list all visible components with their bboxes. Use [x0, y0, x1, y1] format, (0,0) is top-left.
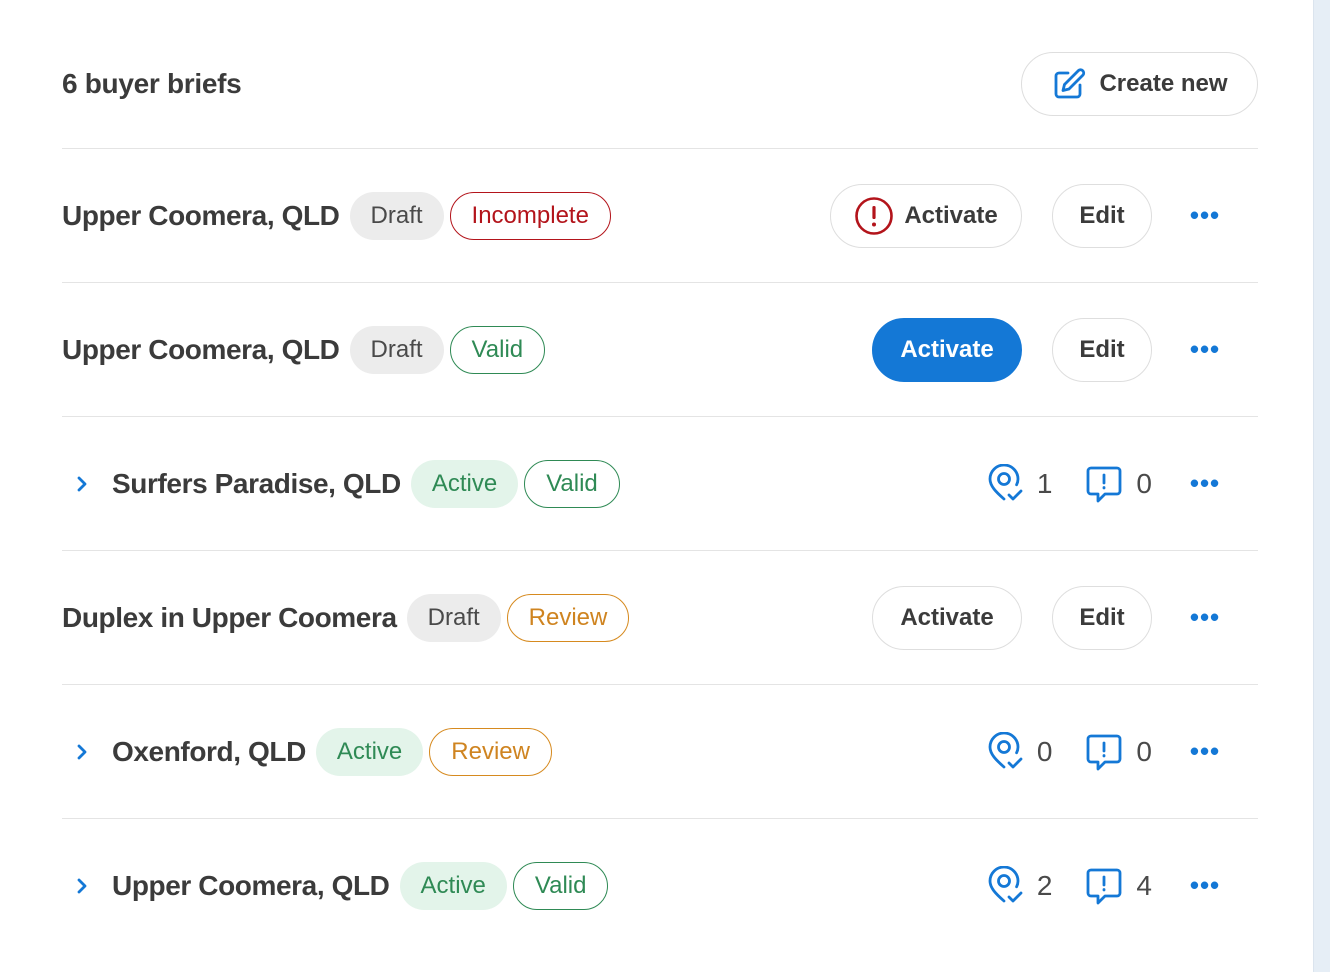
brief-row: Upper Coomera, QLD Draft Incomplete Acti…	[62, 148, 1258, 282]
activate-button[interactable]: Activate	[872, 317, 1022, 382]
brief-row: Duplex in Upper Coomera Draft Review Act…	[62, 550, 1258, 684]
more-options-icon[interactable]: •••	[1152, 184, 1258, 248]
matches-count: 1	[1036, 467, 1053, 499]
enquiries-count: 0	[1136, 735, 1152, 767]
matches-stat[interactable]: 2	[987, 865, 1053, 906]
location-check-icon	[987, 865, 1025, 906]
brief-title[interactable]: Duplex in Upper Coomera	[62, 602, 397, 634]
create-new-label: Create new	[1099, 70, 1228, 97]
brief-row: Upper Coomera, QLD Draft Valid Activate …	[62, 282, 1258, 416]
status-badge: Active	[399, 861, 507, 910]
enquiries-stat[interactable]: 4	[1084, 866, 1152, 906]
location-check-icon	[987, 731, 1025, 772]
brief-title[interactable]: Upper Coomera, QLD	[62, 200, 340, 232]
chevron-right-icon[interactable]	[62, 464, 112, 504]
edit-button[interactable]: Edit	[1052, 183, 1152, 248]
validity-badge: Valid	[449, 325, 546, 374]
more-options-icon[interactable]: •••	[1152, 452, 1258, 516]
brief-row: Surfers Paradise, QLD Active Valid 1 0 •…	[62, 416, 1258, 550]
status-badge: Active	[410, 459, 519, 508]
status-badge: Draft	[349, 325, 444, 374]
status-badge: Draft	[406, 593, 501, 642]
validity-badge: Valid	[512, 861, 609, 910]
page-title: 6 buyer briefs	[62, 68, 242, 99]
more-options-icon[interactable]: •••	[1152, 586, 1258, 650]
create-new-button[interactable]: Create new	[1021, 52, 1258, 116]
matches-count: 2	[1036, 869, 1053, 901]
matches-count: 0	[1036, 735, 1053, 767]
matches-stat[interactable]: 0	[987, 731, 1053, 772]
status-badge: Active	[315, 727, 424, 776]
more-options-icon[interactable]: •••	[1152, 720, 1258, 784]
validity-badge: Review	[429, 727, 552, 776]
page-header: 6 buyer briefs Create new	[62, 52, 1258, 118]
briefs-list: Upper Coomera, QLD Draft Incomplete Acti…	[62, 148, 1258, 952]
edit-pencil-icon	[1051, 66, 1087, 102]
activate-button[interactable]: Activate	[872, 585, 1022, 650]
edit-button[interactable]: Edit	[1052, 317, 1152, 382]
chevron-right-icon[interactable]	[62, 732, 112, 772]
message-alert-icon	[1084, 732, 1124, 772]
brief-title[interactable]: Upper Coomera, QLD	[62, 334, 340, 366]
validity-badge: Review	[506, 593, 630, 642]
enquiries-count: 0	[1136, 467, 1152, 499]
enquiries-count: 4	[1136, 869, 1152, 901]
message-alert-icon	[1084, 866, 1124, 906]
chevron-right-icon[interactable]	[62, 866, 112, 906]
enquiries-stat[interactable]: 0	[1084, 464, 1152, 504]
matches-stat[interactable]: 1	[987, 463, 1053, 504]
brief-title[interactable]: Surfers Paradise, QLD	[112, 468, 401, 500]
edit-button[interactable]: Edit	[1052, 585, 1152, 650]
activate-button[interactable]: Activate	[830, 183, 1022, 248]
location-check-icon	[987, 463, 1025, 504]
more-options-icon[interactable]: •••	[1152, 318, 1258, 382]
activate-label: Activate	[904, 201, 998, 229]
brief-row: Upper Coomera, QLD Active Valid 2 4 •••	[62, 818, 1258, 952]
validity-badge: Incomplete	[449, 191, 611, 240]
brief-title[interactable]: Oxenford, QLD	[112, 736, 306, 768]
scrollbar[interactable]	[1313, 0, 1330, 972]
warning-icon	[854, 196, 894, 236]
more-options-icon[interactable]: •••	[1152, 854, 1258, 918]
enquiries-stat[interactable]: 0	[1084, 732, 1152, 772]
status-badge: Draft	[349, 191, 444, 240]
validity-badge: Valid	[524, 459, 620, 508]
brief-row: Oxenford, QLD Active Review 0 0 •••	[62, 684, 1258, 818]
brief-title[interactable]: Upper Coomera, QLD	[112, 870, 390, 902]
message-alert-icon	[1084, 464, 1124, 504]
